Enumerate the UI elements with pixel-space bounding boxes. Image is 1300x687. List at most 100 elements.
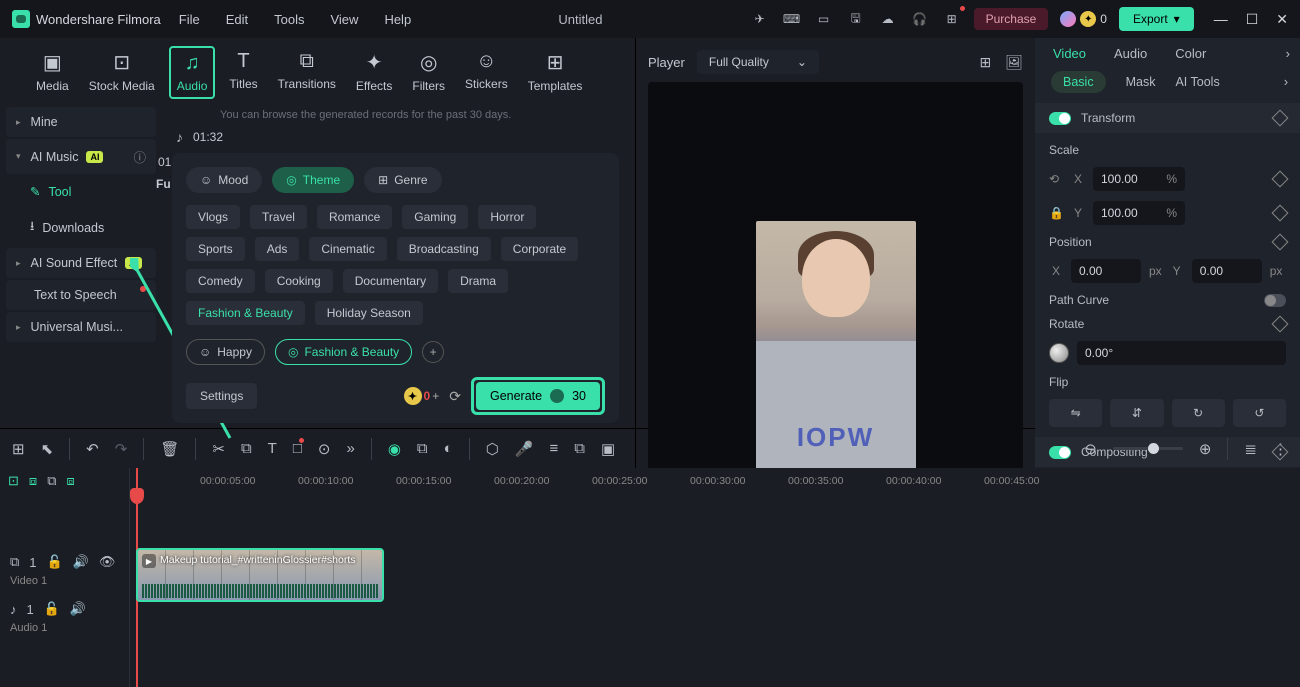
tag-romance[interactable]: Romance <box>317 205 392 229</box>
tag-travel[interactable]: Travel <box>250 205 307 229</box>
tl-magnet-icon[interactable]: ⊡ <box>8 473 19 489</box>
menu-help[interactable]: Help <box>384 12 411 27</box>
tl-link-icon[interactable]: ⧈ <box>29 473 37 489</box>
subtab-mask[interactable]: Mask <box>1126 75 1156 89</box>
tab-stock[interactable]: ⊡Stock Media <box>83 46 161 99</box>
tag-comedy[interactable]: Comedy <box>186 269 255 293</box>
selected-mood[interactable]: ☺Happy <box>186 339 265 365</box>
zoom-out-button[interactable]: ⊖ <box>1084 440 1097 458</box>
menu-view[interactable]: View <box>330 12 358 27</box>
keyframe-icon[interactable] <box>1272 171 1289 188</box>
add-tag-button[interactable]: + <box>422 341 444 363</box>
zoom-slider[interactable] <box>1113 447 1183 450</box>
prop-tab-video[interactable]: Video <box>1053 46 1086 61</box>
credit-indicator[interactable]: ✦0+ <box>404 387 440 405</box>
mode-theme[interactable]: ◎Theme <box>272 167 354 193</box>
tag-fashion[interactable]: Fashion & Beauty <box>186 301 305 325</box>
menu-edit[interactable]: Edit <box>226 12 248 27</box>
window-minimize[interactable]: — <box>1214 11 1228 28</box>
tag-gaming[interactable]: Gaming <box>402 205 468 229</box>
pathcurve-toggle[interactable] <box>1264 294 1286 307</box>
tag-ads[interactable]: Ads <box>255 237 300 261</box>
pos-x-input[interactable]: 0.00 <box>1071 259 1141 283</box>
tl-auto-icon[interactable]: ⧈ <box>66 473 74 489</box>
snapshot-icon[interactable]: 🖼 <box>1005 54 1023 71</box>
sidebar-ai-music[interactable]: ▾AI MusicAIⓘ <box>6 139 156 174</box>
cloud-icon[interactable]: ☁ <box>878 9 898 29</box>
prop-tab-audio[interactable]: Audio <box>1114 46 1147 61</box>
refresh-icon[interactable]: ⟳ <box>449 388 461 405</box>
sidebar-downloads[interactable]: ⭳Downloads <box>6 209 156 246</box>
keyframe-icon[interactable] <box>1272 234 1289 251</box>
generate-button[interactable]: Generate 30 <box>476 382 600 410</box>
avatar-badge-icon[interactable] <box>1060 11 1076 27</box>
mode-genre[interactable]: ⊞Genre <box>364 167 441 193</box>
audio-track-icon[interactable]: ♪ <box>10 602 17 617</box>
apps-icon[interactable]: ⊞ <box>942 9 962 29</box>
sidebar-tool[interactable]: ✎Tool <box>6 176 156 207</box>
menu-tools[interactable]: Tools <box>274 12 304 27</box>
tag-cooking[interactable]: Cooking <box>265 269 333 293</box>
tl-list-icon[interactable]: ≣ <box>1244 440 1257 458</box>
rotate-ccw-button[interactable]: ↺ <box>1233 399 1286 427</box>
tab-transitions[interactable]: ⧉Transitions <box>272 46 342 99</box>
tag-sports[interactable]: Sports <box>186 237 245 261</box>
send-icon[interactable]: ✈ <box>750 9 770 29</box>
video-track-icon[interactable]: ⧉ <box>10 554 19 570</box>
sidebar-mine[interactable]: ▸Mine <box>6 107 156 137</box>
video-clip[interactable]: ▶ Makeup tutorial_#writteninGlossier#sho… <box>136 548 384 602</box>
tl-sync-icon[interactable]: ⧉ <box>47 473 56 489</box>
grid-view-icon[interactable]: ⊞ <box>979 54 991 71</box>
sidebar-tts[interactable]: Text to Speech <box>6 280 156 310</box>
lock-icon[interactable]: 🔓 <box>44 601 60 617</box>
settings-button[interactable]: Settings <box>186 383 257 409</box>
zoom-in-button[interactable]: ⊕ <box>1199 440 1212 458</box>
rotate-input[interactable]: 0.00° <box>1077 341 1286 365</box>
compositing-toggle[interactable] <box>1049 446 1071 459</box>
transform-toggle[interactable] <box>1049 112 1071 125</box>
flip-v-button[interactable]: ⇵ <box>1110 399 1163 427</box>
tag-corporate[interactable]: Corporate <box>501 237 578 261</box>
tag-broadcasting[interactable]: Broadcasting <box>397 237 491 261</box>
mute-icon[interactable]: 🔊 <box>73 554 89 570</box>
scale-y-input[interactable]: 100.00% <box>1093 201 1185 225</box>
tag-holiday[interactable]: Holiday Season <box>315 301 423 325</box>
pos-y-input[interactable]: 0.00 <box>1192 259 1262 283</box>
purchase-button[interactable]: Purchase <box>974 8 1049 30</box>
link-icon[interactable]: ⟲ <box>1049 172 1063 186</box>
rotate-cw-button[interactable]: ↻ <box>1172 399 1225 427</box>
chevron-right-icon[interactable]: › <box>1286 46 1290 61</box>
chevron-right-icon[interactable]: › <box>1284 75 1288 89</box>
keyframe-icon[interactable] <box>1272 205 1289 222</box>
visible-icon[interactable]: 👁 <box>99 554 116 570</box>
lock-icon[interactable]: 🔒 <box>1049 206 1063 220</box>
tab-titles[interactable]: TTitles <box>223 46 263 99</box>
window-close[interactable]: ✕ <box>1276 11 1288 28</box>
marker-button[interactable]: □ <box>293 440 302 457</box>
tab-templates[interactable]: ⊞Templates <box>522 46 589 99</box>
window-maximize[interactable]: ☐ <box>1246 11 1259 28</box>
quality-dropdown[interactable]: Full Quality⌄ <box>697 50 819 74</box>
selected-theme[interactable]: ◎Fashion & Beauty <box>275 339 412 365</box>
menu-file[interactable]: File <box>179 12 200 27</box>
tag-cinematic[interactable]: Cinematic <box>309 237 386 261</box>
keyboard-icon[interactable]: ⌨ <box>782 9 802 29</box>
prop-tab-color[interactable]: Color <box>1175 46 1206 61</box>
tab-stickers[interactable]: ☺Stickers <box>459 46 514 99</box>
tab-audio[interactable]: ♫Audio <box>169 46 216 99</box>
tag-horror[interactable]: Horror <box>478 205 536 229</box>
headphones-icon[interactable]: 🎧 <box>910 9 930 29</box>
tab-media[interactable]: ▣Media <box>30 46 75 99</box>
subtab-ai[interactable]: AI Tools <box>1175 75 1219 89</box>
mode-mood[interactable]: ☺Mood <box>186 167 262 193</box>
save-icon[interactable]: 🖫 <box>846 9 866 29</box>
flip-h-button[interactable]: ⇋ <box>1049 399 1102 427</box>
mute-icon[interactable]: 🔊 <box>70 601 86 617</box>
tag-drama[interactable]: Drama <box>448 269 508 293</box>
keyframe-icon[interactable] <box>1272 316 1289 333</box>
scale-x-input[interactable]: 100.00% <box>1093 167 1185 191</box>
display-icon[interactable]: ▭ <box>814 9 834 29</box>
tab-effects[interactable]: ✦Effects <box>350 46 398 99</box>
tag-documentary[interactable]: Documentary <box>343 269 438 293</box>
keyframe-icon[interactable] <box>1272 110 1289 127</box>
